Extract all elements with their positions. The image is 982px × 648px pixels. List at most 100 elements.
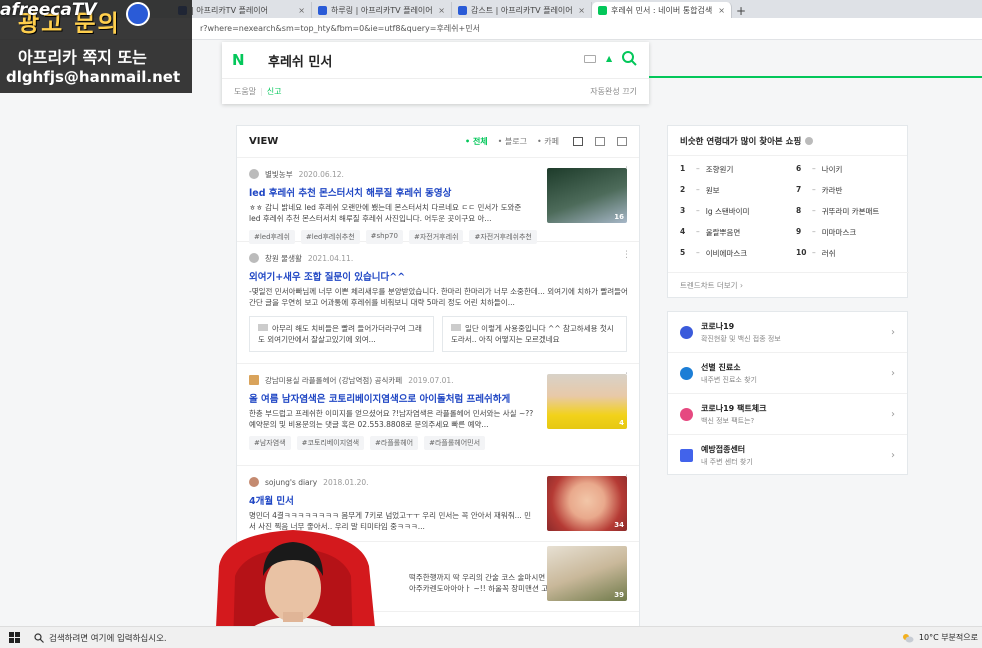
search-underline — [649, 76, 982, 78]
close-icon[interactable]: × — [578, 6, 585, 15]
filter-cafe[interactable]: • 카페 — [537, 136, 559, 147]
thumbnail-view-icon[interactable] — [595, 137, 605, 146]
post-description[interactable]: -몇일전 민서아빠님께 너무 이쁜 체리새우를 분양받았습니다. 한마리 한마리… — [249, 286, 629, 308]
ranking-item[interactable]: 4 – 울랄뿌음면 — [680, 227, 749, 248]
ranking-item[interactable]: 7 – 카라반 — [796, 185, 879, 206]
ranking-item[interactable]: 10– 러쉬 — [796, 248, 879, 269]
search-icon[interactable] — [621, 50, 637, 66]
rank-name: lg 스탠바이미 — [705, 207, 750, 216]
post-description[interactable]: ㅎㅎ 감니 밝네요 led 후레쉬 오랜만에 뵀는데 몬스터서치 다르네요 ㄷㄷ… — [249, 202, 534, 224]
post-date: 2021.04.11. — [307, 253, 354, 263]
link-title: 예방접종센터 — [701, 445, 746, 454]
post-author[interactable]: 창원 물생활 — [265, 253, 302, 264]
tab-title: | 아프리카TV 플레이어 — [191, 5, 269, 15]
tag[interactable]: #코토리베이지염색 — [296, 436, 365, 450]
ranking-item[interactable]: 1 – 조향원기 — [680, 164, 749, 185]
post-title[interactable]: led 후레쉬 추천 몬스터서치 해루질 후레쉬 동영상 — [249, 185, 534, 199]
rank-number: 10 — [796, 248, 807, 257]
trend-chart-link[interactable]: 트렌드차트 더보기 › — [668, 272, 909, 298]
close-icon[interactable]: × — [298, 6, 305, 15]
rank-number: 1 — [680, 164, 686, 173]
autocomplete-toggle[interactable]: 자동완성 끄기 — [590, 79, 637, 104]
afreecatv-logo: afreecaTV — [0, 0, 97, 20]
avatar[interactable] — [249, 477, 259, 487]
triangle-up-icon[interactable]: ▲ — [606, 54, 612, 63]
overlay-email: dlghfjs@hanmail.net — [6, 68, 181, 86]
ranking-item[interactable]: 2 – 원보 — [680, 185, 749, 206]
post-author[interactable]: 강남미용실 라플롤헤어 (강남역점) 공식카페 — [265, 375, 402, 386]
link-screening-clinic[interactable]: 선별 진료소 내주변 진료소 찾기 › — [668, 353, 907, 394]
ranking-item[interactable]: 9 – 미마마스크 — [796, 227, 879, 248]
post-author[interactable]: sojung's diary — [265, 478, 317, 487]
rank-name: 귀뚜라미 카본매트 — [821, 207, 880, 216]
post-thumbnail[interactable]: 16 — [547, 168, 627, 223]
keyboard-icon[interactable] — [584, 55, 596, 63]
image-icon — [258, 324, 268, 331]
new-tab-button[interactable]: + — [732, 4, 750, 18]
view-header: VIEW • 전체 • 블로그 • 카페 — [237, 126, 639, 158]
rank-name: 울랄뿌음면 — [705, 228, 741, 237]
close-icon[interactable]: × — [718, 6, 725, 15]
ranking-item[interactable]: 8 – 귀뚜라미 카본매트 — [796, 206, 879, 227]
post-description[interactable]: 한층 부드럽고 프레쉬한 이미지를 얻으셨어요 ?!남자염색은 라플롤헤어 민서… — [249, 408, 534, 430]
ranking-item[interactable]: 5 – 이비에마스크 — [680, 248, 749, 269]
post-tags: #남자염색 #코토리베이지염색 #라플롤헤어 #라플롤헤어민서 — [249, 436, 627, 450]
image-view-icon[interactable] — [617, 137, 627, 146]
ranking-item[interactable]: 3 – lg 스탠바이미 — [680, 206, 749, 227]
list-item: 별빛농부 2020.06.12. ⋮ led 후레쉬 추천 몬스터서치 해루질 … — [237, 158, 639, 244]
post-author[interactable]: 별빛농부 — [265, 169, 293, 180]
post-thumbnail[interactable]: 4 — [547, 374, 627, 429]
weather-text[interactable]: 10°C 부분적으로 — [919, 632, 978, 643]
rank-number: 8 — [796, 206, 802, 215]
avatar[interactable] — [249, 169, 259, 179]
chevron-right-icon: › — [891, 326, 895, 338]
rank-name: 미마마스크 — [821, 228, 857, 237]
tab-afreeca-3[interactable]: 감스트 | 아프리카TV 플레이어 × — [452, 2, 592, 18]
link-vaccination-center[interactable]: 예방접종센터 내 주변 센터 찾기 › — [668, 435, 907, 476]
more-icon[interactable]: ⋮ — [622, 250, 631, 260]
report-link[interactable]: 신고 — [267, 79, 282, 104]
tag[interactable]: #라플롤헤어민서 — [424, 436, 486, 450]
weather-icon — [902, 633, 914, 642]
ranking-item[interactable]: 6 – 나이키 — [796, 164, 879, 185]
filter-all[interactable]: • 전체 — [465, 136, 488, 147]
taskbar-search[interactable]: 검색하려면 여기에 입력하십시오. — [28, 632, 206, 644]
subcard[interactable]: 일단 이렇게 사용중입니다 ^^ 참고하세용 첫시도라서.. 아직 어떻지는 모… — [442, 316, 627, 352]
help-link[interactable]: 도움말 — [234, 79, 256, 104]
post-thumbnail[interactable]: 34 — [547, 476, 627, 531]
avatar[interactable] — [249, 375, 259, 385]
list-view-icon[interactable] — [573, 137, 583, 146]
afreeca-icon — [458, 5, 467, 15]
tag[interactable]: #라플롤헤어 — [370, 436, 419, 450]
link-covid19[interactable]: 코로나19 확진현황 및 백신 접종 정보 › — [668, 312, 907, 353]
naver-logo[interactable]: N — [232, 51, 248, 69]
post-title[interactable]: 올 여름 남자염색은 코토리베이지염색으로 아이돌처럼 프레쉬하게 — [249, 391, 534, 405]
info-icon[interactable] — [805, 136, 814, 145]
rank-name: 러쉬 — [821, 249, 836, 258]
post-date: 2020.06.12. — [298, 169, 344, 179]
close-icon[interactable]: × — [438, 6, 445, 15]
link-sub: 백신 정보 팩트는? — [701, 416, 755, 425]
subcard[interactable]: 아무리 해도 치비들은 빨려 들어가더라구여 그래도 외여기만에서 잘살고있기에… — [249, 316, 434, 352]
post-title[interactable]: 외여기+새우 조합 질문이 있습니다^^ — [249, 269, 534, 283]
tab-naver-search[interactable]: 후레쉬 민서 : 네이버 통합검색 × — [592, 2, 732, 18]
shopping-ranking: 비슷한 연령대가 많이 찾아본 쇼핑 1– 조향원기 2– 원보 3– lg 스탠바이… — [667, 125, 909, 298]
windows-start-icon[interactable] — [0, 627, 28, 648]
search-input[interactable]: 후레쉬 민서 — [268, 51, 332, 70]
tab-afreeca-2[interactable]: 하루링 | 아프리카TV 플레이어 × — [312, 2, 452, 18]
dash: – — [696, 185, 700, 194]
link-factcheck[interactable]: 코로나19 팩트체크 백신 정보 팩트는? › — [668, 394, 907, 435]
avatar[interactable] — [249, 253, 259, 263]
filter-blog[interactable]: • 블로그 — [498, 136, 527, 147]
dash: – — [696, 248, 700, 257]
rank-name: 나이키 — [821, 165, 843, 174]
tab-title: 감스트 | 아프리카TV 플레이어 — [471, 5, 573, 15]
post-thumbnail[interactable]: 39 — [547, 546, 627, 601]
post-title[interactable]: 4개월 민서 — [249, 493, 534, 507]
tab-afreeca-1[interactable]: | 아프리카TV 플레이어 × — [172, 2, 312, 18]
view-filters: • 전체 • 블로그 • 카페 — [465, 136, 559, 147]
tag[interactable]: #남자염색 — [249, 436, 291, 450]
section-title: VIEW — [249, 136, 279, 147]
image-count: 39 — [614, 591, 624, 599]
rank-number: 9 — [796, 227, 802, 236]
